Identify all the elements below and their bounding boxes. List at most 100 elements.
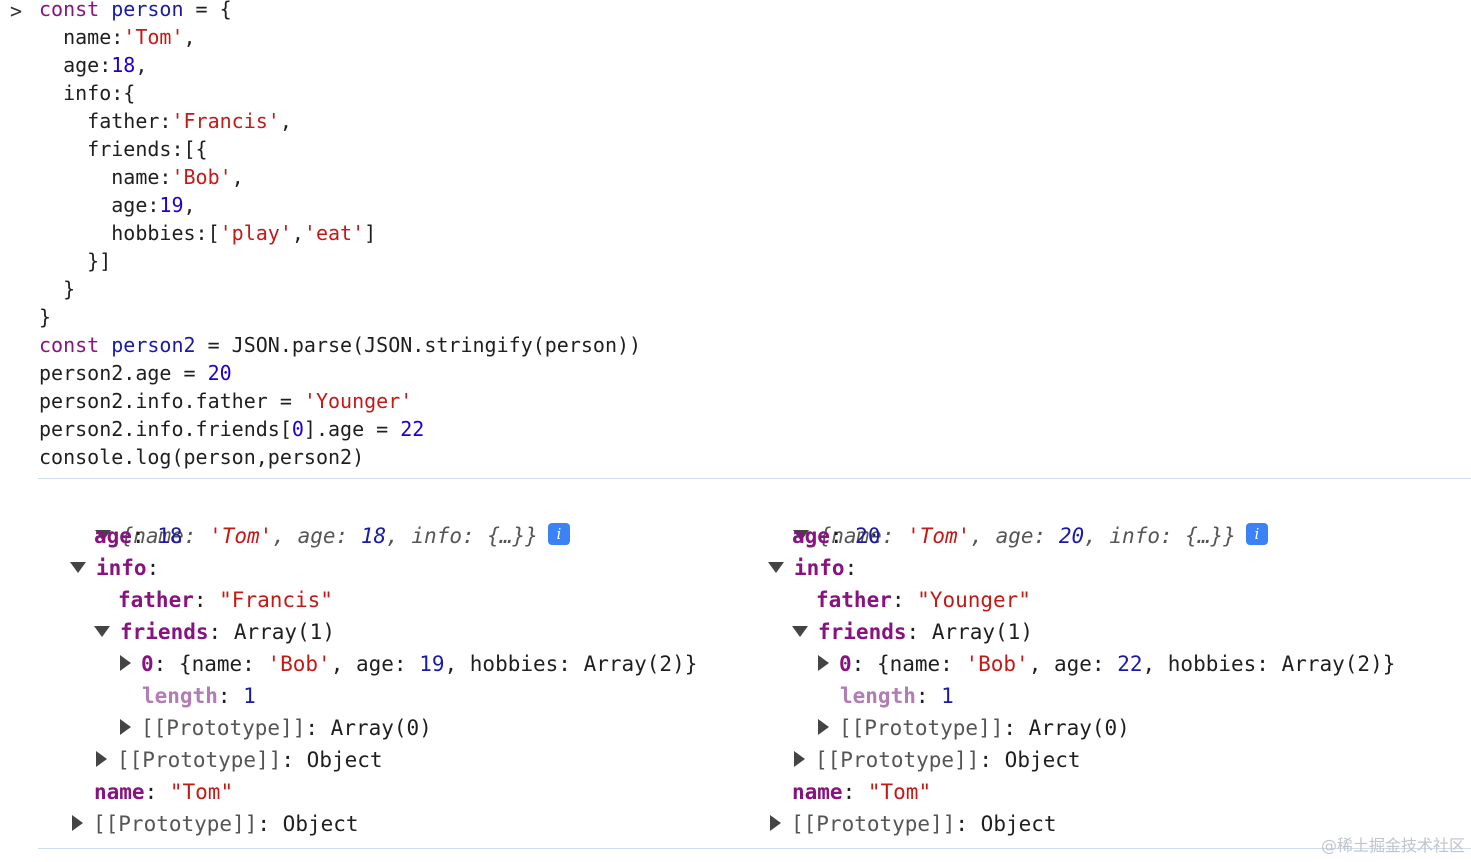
code-token: hobbies:[	[39, 221, 220, 245]
array-prototype[interactable]: [[Prototype]]: Array(0)	[818, 712, 1130, 744]
code-token: = {	[183, 0, 232, 21]
array-item-0[interactable]: 0: {name: 'Bob', age: 19, hobbies: Array…	[120, 648, 697, 680]
watermark: @稀土掘金技术社区	[1320, 836, 1465, 855]
collapse-triangle-icon[interactable]	[794, 751, 805, 767]
code-line: age:19,	[39, 191, 641, 219]
property-father: father: "Younger"	[816, 588, 1031, 612]
summary-age-value: 18	[360, 524, 387, 548]
property-friends[interactable]: friends: Array(1)	[792, 616, 1033, 648]
expand-triangle-icon[interactable]	[94, 625, 110, 637]
code-token: ,	[183, 193, 196, 217]
code-token: ,	[291, 221, 304, 245]
property-name: name: "Tom"	[792, 780, 932, 804]
code-token: 18	[111, 53, 136, 77]
summary-text: , info: {…}}	[1084, 524, 1236, 548]
property-father: father: "Francis"	[118, 588, 333, 612]
expand-triangle-icon[interactable]	[792, 625, 808, 637]
code-token: person2	[111, 333, 196, 357]
code-token: father:	[39, 109, 172, 133]
code-line: info:{	[39, 79, 641, 107]
code-token: 0	[291, 417, 304, 441]
code-token: person2.age =	[39, 361, 208, 385]
collapse-triangle-icon[interactable]	[818, 655, 829, 671]
code-token: friends:[{	[39, 137, 208, 161]
code-token: person2.info.friends[	[39, 417, 292, 441]
expand-triangle-icon[interactable]	[768, 561, 784, 573]
collapse-triangle-icon[interactable]	[72, 815, 83, 831]
info-prototype[interactable]: [[Prototype]]: Object	[96, 744, 383, 776]
code-line: const person2 = JSON.parse(JSON.stringif…	[39, 331, 641, 359]
collapse-triangle-icon[interactable]	[96, 751, 107, 767]
object-summary[interactable]: {name: 'Tom', age: 20, info: {…}} i	[742, 488, 1268, 548]
object-prototype[interactable]: [[Prototype]]: Object	[770, 808, 1057, 840]
code-token: 'Younger'	[303, 389, 413, 413]
code-token: person	[111, 0, 184, 21]
code-line: }]	[39, 247, 641, 275]
code-token: ,	[183, 25, 196, 49]
property-length: length: 1	[142, 684, 256, 708]
code-token: 'Tom'	[123, 25, 184, 49]
code-line: }	[39, 303, 641, 331]
code-token: 'eat'	[303, 221, 365, 245]
collapse-triangle-icon[interactable]	[120, 655, 131, 671]
property-friends[interactable]: friends: Array(1)	[94, 616, 335, 648]
code-line: hobbies:['play','eat']	[39, 219, 641, 247]
info-prototype[interactable]: [[Prototype]]: Object	[794, 744, 1081, 776]
code-token: }]	[39, 249, 112, 273]
code-token: ,	[231, 165, 244, 189]
object-summary[interactable]: {name: 'Tom', age: 18, info: {…}} i	[44, 488, 570, 548]
code-token: 22	[400, 417, 425, 441]
code-line: person2.info.father = 'Younger'	[39, 387, 641, 415]
code-token: ].age =	[303, 417, 401, 441]
code-token: 'Bob'	[171, 165, 232, 189]
code-token: }	[39, 305, 52, 329]
info-icon[interactable]: i	[547, 523, 570, 545]
code-token: ]	[364, 221, 377, 245]
summary-text: , info: {…}}	[386, 524, 538, 548]
code-token: name:	[39, 165, 172, 189]
code-token: const	[39, 0, 100, 21]
code-token: console.log(person,person2)	[39, 445, 365, 469]
expand-triangle-icon[interactable]	[70, 561, 86, 573]
code-line: console.log(person,person2)	[39, 443, 641, 471]
code-line: friends:[{	[39, 135, 641, 163]
code-token: }	[39, 277, 76, 301]
code-line: name:'Bob',	[39, 163, 641, 191]
code-line: }	[39, 275, 641, 303]
code-token: age:	[39, 193, 160, 217]
array-item-0[interactable]: 0: {name: 'Bob', age: 22, hobbies: Array…	[818, 648, 1395, 680]
summary-name-value: 'Tom'	[907, 524, 971, 548]
code-token: 19	[159, 193, 184, 217]
code-token: person2.info.father =	[39, 389, 304, 413]
summary-age-value: 20	[1058, 524, 1085, 548]
array-prototype[interactable]: [[Prototype]]: Array(0)	[120, 712, 432, 744]
code-token: ,	[135, 53, 148, 77]
console-separator	[38, 848, 1471, 849]
collapse-triangle-icon[interactable]	[770, 815, 781, 831]
code-token: = JSON.parse(JSON.stringify(person))	[195, 333, 642, 357]
property-age: age: 18	[94, 524, 183, 548]
property-age: age: 20	[792, 524, 881, 548]
object-prototype[interactable]: [[Prototype]]: Object	[72, 808, 359, 840]
code-line: father:'Francis',	[39, 107, 641, 135]
summary-text: , age:	[272, 524, 361, 548]
code-token: name:	[39, 25, 124, 49]
code-token: age:	[39, 53, 112, 77]
property-info[interactable]: info:	[768, 552, 857, 584]
code-token: 20	[207, 361, 232, 385]
property-info[interactable]: info:	[70, 552, 159, 584]
console-separator	[38, 478, 1471, 479]
code-line: name:'Tom',	[39, 23, 641, 51]
code-line: age:18,	[39, 51, 641, 79]
code-token: 'play'	[219, 221, 292, 245]
info-icon[interactable]: i	[1245, 523, 1268, 545]
collapse-triangle-icon[interactable]	[120, 719, 131, 735]
code-token: ,	[279, 109, 292, 133]
property-name: name: "Tom"	[94, 780, 234, 804]
code-line: person2.age = 20	[39, 359, 641, 387]
collapse-triangle-icon[interactable]	[818, 719, 829, 735]
console-input-code: const person = { name:'Tom', age:18, inf…	[39, 0, 641, 471]
code-token: const	[39, 333, 100, 357]
